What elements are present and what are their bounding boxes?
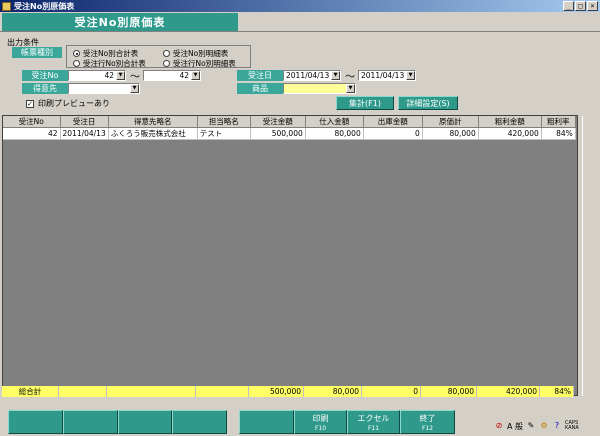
cell-order-amount: 500,000 [250, 127, 306, 140]
radio-report-type-3[interactable]: 受注行No別明細表 [163, 58, 236, 69]
total-cost-total: 80,000 [421, 386, 477, 397]
order-no-to-value: 42 [179, 71, 189, 80]
print-preview-label: 印刷プレビューあり [38, 99, 110, 108]
column-header[interactable]: 原価計 [422, 116, 479, 128]
column-header[interactable]: 受注日 [60, 116, 109, 128]
print-preview-checkbox[interactable]: ✓ 印刷プレビューあり [26, 98, 110, 109]
excel-button[interactable]: エクセル F11 [347, 410, 400, 434]
form-title: 受注No別原価表 [2, 13, 238, 31]
order-date-from-combo[interactable]: 2011/04/13 ▼ [283, 70, 341, 81]
customer-label: 得意先 [22, 83, 68, 94]
cell-purchase-amount: 80,000 [305, 127, 364, 140]
function-key-bar: 印刷 F10 エクセル F11 終了 F12 [0, 410, 490, 436]
minimize-button[interactable]: _ [563, 1, 574, 11]
results-table: 受注No 受注日 得意先略名 担当略名 受注金額 仕入金額 出庫金額 原価計 粗… [3, 116, 576, 140]
aggregate-button[interactable]: 集計(F1) [336, 96, 394, 110]
results-grid[interactable]: 受注No 受注日 得意先略名 担当略名 受注金額 仕入金額 出庫金額 原価計 粗… [2, 115, 578, 396]
total-cell [196, 386, 249, 397]
app-icon [2, 1, 11, 11]
total-purchase-amount: 80,000 [304, 386, 362, 397]
chevron-down-icon[interactable]: ▼ [130, 84, 139, 93]
table-header-row: 受注No 受注日 得意先略名 担当略名 受注金額 仕入金額 出庫金額 原価計 粗… [3, 116, 576, 128]
column-header[interactable]: 受注金額 [250, 116, 306, 128]
total-row: 総合計 500,000 80,000 0 80,000 420,000 84% [2, 386, 578, 397]
total-cell [59, 386, 107, 397]
dictionary-icon[interactable]: ✎ [526, 421, 536, 431]
range-tilde: 〜 [130, 72, 140, 83]
radio-icon [163, 60, 170, 67]
checkmark-icon: ✓ [26, 99, 34, 108]
column-header[interactable]: 粗利率 [541, 116, 576, 128]
chevron-down-icon[interactable]: ▼ [406, 71, 415, 80]
cell-gross-profit: 420,000 [478, 127, 542, 140]
function-key-5[interactable] [239, 410, 294, 434]
order-no-from-combo[interactable]: 42 ▼ [68, 70, 126, 81]
column-header[interactable]: 仕入金額 [305, 116, 364, 128]
total-cell [107, 386, 196, 397]
chevron-down-icon[interactable]: ▼ [116, 71, 125, 80]
report-type-label: 帳票種別 [12, 47, 62, 58]
ime-status-bar: ⊘ A 般 ✎ ⚙ ? CAPS KANA [490, 416, 600, 436]
function-key-2[interactable] [63, 410, 118, 434]
function-key-3[interactable] [118, 410, 172, 434]
cell-order-no: 42 [3, 127, 61, 140]
caps-kana-indicator: CAPS KANA [565, 420, 579, 431]
radio-icon [163, 50, 170, 57]
help-icon[interactable]: ? [552, 421, 562, 431]
grid-vertical-scrollbar[interactable] [582, 116, 598, 396]
close-button[interactable]: × [587, 1, 598, 11]
total-issue-amount: 0 [362, 386, 421, 397]
form-header: 受注No別原価表 [0, 12, 600, 32]
maximize-button[interactable]: □ [575, 1, 586, 11]
exit-button[interactable]: 終了 F12 [400, 410, 455, 434]
order-no-from-value: 42 [104, 71, 114, 80]
order-date-label: 受注日 [237, 70, 283, 81]
detail-settings-button[interactable]: 詳細設定(S) [398, 96, 458, 110]
window-title: 受注No別原価表 [14, 1, 75, 11]
cell-cost-total: 80,000 [422, 127, 479, 140]
order-date-from-value: 2011/04/13 [286, 71, 330, 80]
total-label: 総合計 [2, 386, 59, 397]
function-key-1[interactable] [8, 410, 63, 434]
function-key-4[interactable] [172, 410, 227, 434]
total-order-amount: 500,000 [249, 386, 304, 397]
chevron-down-icon[interactable]: ▼ [191, 71, 200, 80]
total-gross-profit: 420,000 [477, 386, 540, 397]
chevron-down-icon[interactable]: ▼ [331, 71, 340, 80]
column-header[interactable]: 受注No [3, 116, 61, 128]
order-date-to-combo[interactable]: 2011/04/13 ▼ [358, 70, 416, 81]
order-no-label: 受注No [22, 70, 68, 81]
column-header[interactable]: 出庫金額 [363, 116, 423, 128]
cell-order-date: 2011/04/13 [60, 127, 109, 140]
date-range-tilde: 〜 [345, 72, 355, 83]
chevron-down-icon[interactable]: ▼ [346, 84, 355, 93]
product-label: 商品 [237, 83, 283, 94]
cell-staff: テスト [197, 127, 251, 140]
column-header[interactable]: 粗利金額 [478, 116, 542, 128]
order-date-to-value: 2011/04/13 [361, 71, 405, 80]
radio-icon [73, 60, 80, 67]
table-row[interactable]: 42 2011/04/13 ふくろう販売株式会社 テスト 500,000 80,… [3, 127, 576, 140]
ime-mode-label[interactable]: A 般 [507, 421, 523, 432]
report-type-group: 受注No別合計表 受注No別明細表 受注行No別合計表 受注行No別明細表 [66, 45, 251, 68]
column-header[interactable]: 担当略名 [197, 116, 251, 128]
radio-selected-icon [73, 50, 80, 57]
customer-combo[interactable]: ▼ [68, 83, 140, 94]
column-header[interactable]: 得意先略名 [108, 116, 198, 128]
product-combo[interactable]: ▼ [283, 83, 356, 94]
cell-issue-amount: 0 [363, 127, 423, 140]
total-gross-margin: 84% [540, 386, 574, 397]
print-button[interactable]: 印刷 F10 [294, 410, 347, 434]
ime-icon[interactable]: ⊘ [494, 421, 504, 431]
cell-customer: ふくろう販売株式会社 [108, 127, 198, 140]
window-titlebar: 受注No別原価表 _ □ × [0, 0, 600, 12]
tools-icon[interactable]: ⚙ [539, 421, 549, 431]
order-no-to-combo[interactable]: 42 ▼ [143, 70, 201, 81]
cell-gross-margin: 84% [541, 127, 576, 140]
